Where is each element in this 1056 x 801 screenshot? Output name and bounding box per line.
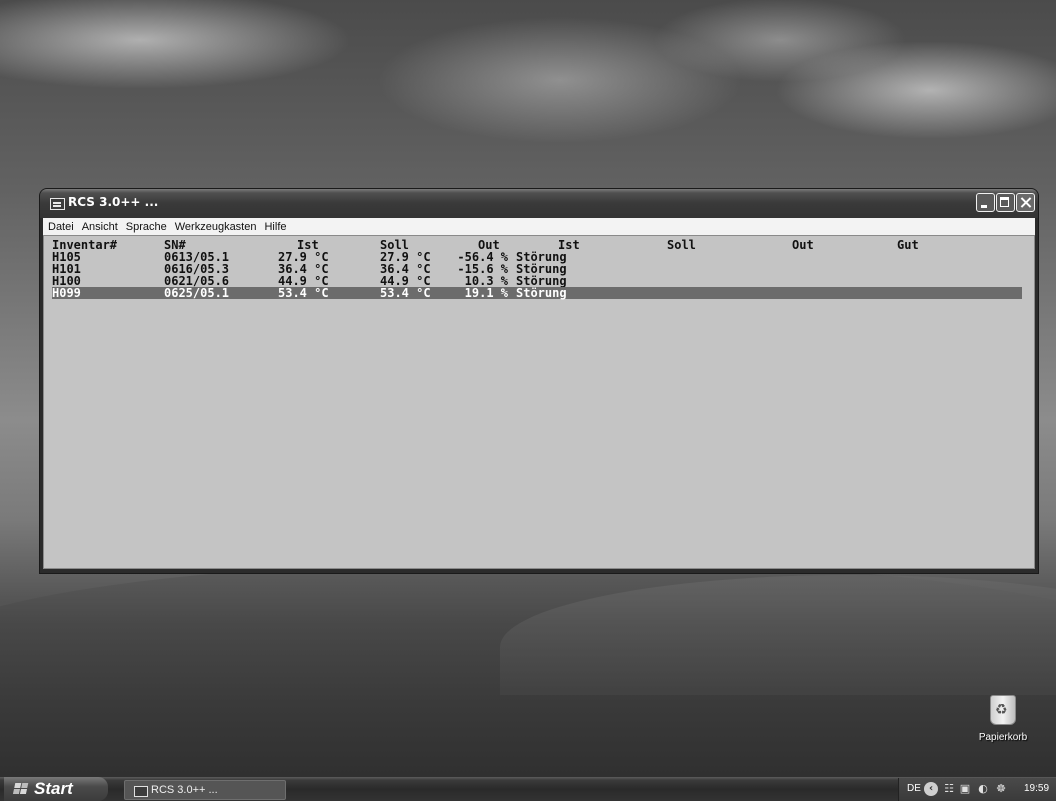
app-window-icon[interactable]: [50, 198, 65, 210]
taskbar-app-label: RCS 3.0++ ...: [151, 784, 218, 796]
taskbar-app-button[interactable]: RCS 3.0++ ...: [124, 780, 286, 800]
cell-out: 19.1 %: [464, 286, 508, 300]
app-window-icon: [134, 786, 148, 797]
cell-inventar: H099: [52, 286, 81, 300]
start-button[interactable]: Start: [4, 777, 108, 801]
show-hidden-icons-arrow-icon[interactable]: ‹: [924, 782, 938, 796]
table-row-selected[interactable]: H099 0625/05.1 53.4 °C 53.4 °C 19.1 % St…: [52, 287, 1022, 299]
cell-ist: 53.4 °C: [278, 286, 329, 300]
windows-logo-icon: [12, 783, 30, 795]
app-window: RCS 3.0++ ... Datei Ansicht Sprache Werk…: [40, 189, 1038, 573]
recycle-bin-icon[interactable]: [990, 695, 1016, 725]
menu-ansicht[interactable]: Ansicht: [79, 221, 121, 233]
start-label: Start: [34, 779, 73, 798]
display-icon[interactable]: ▣: [959, 783, 971, 795]
recycle-bin[interactable]: Papierkorb: [968, 690, 1038, 750]
window-title: RCS 3.0++ ...: [68, 195, 159, 209]
window-titlebar[interactable]: RCS 3.0++ ...: [40, 189, 1038, 218]
volume-icon[interactable]: ◐: [977, 783, 989, 795]
cell-soll: 53.4 °C: [380, 286, 431, 300]
header-out-2[interactable]: Out: [792, 239, 814, 251]
menu-bar: Datei Ansicht Sprache Werkzeugkasten Hil…: [43, 218, 1035, 235]
taskbar: Start RCS 3.0++ ... DE ‹ ☷ ▣ ◐ ☸ 19:59: [0, 777, 1056, 801]
device-list: Inventar# SN# Ist Soll Out Ist Soll Out …: [43, 235, 1035, 569]
language-indicator[interactable]: DE: [907, 783, 921, 794]
menu-werkzeugkasten[interactable]: Werkzeugkasten: [172, 221, 260, 233]
recycle-bin-label: Papierkorb: [978, 732, 1028, 743]
menu-sprache[interactable]: Sprache: [123, 221, 170, 233]
menu-hilfe[interactable]: Hilfe: [261, 221, 289, 233]
header-soll-2[interactable]: Soll: [667, 239, 696, 251]
cell-sn: 0625/05.1: [164, 286, 230, 300]
close-button[interactable]: [1016, 193, 1035, 212]
header-gut[interactable]: Gut: [897, 239, 919, 251]
menu-datei[interactable]: Datei: [45, 221, 77, 233]
network-icon[interactable]: ☷: [943, 783, 955, 795]
minimize-button[interactable]: [976, 193, 995, 212]
maximize-button[interactable]: [996, 193, 1015, 212]
security-icon[interactable]: ☸: [995, 783, 1007, 795]
system-tray: DE ‹ ☷ ▣ ◐ ☸ 19:59: [898, 778, 1056, 801]
cell-status: Störung: [516, 286, 567, 300]
clock[interactable]: 19:59: [1024, 783, 1049, 794]
